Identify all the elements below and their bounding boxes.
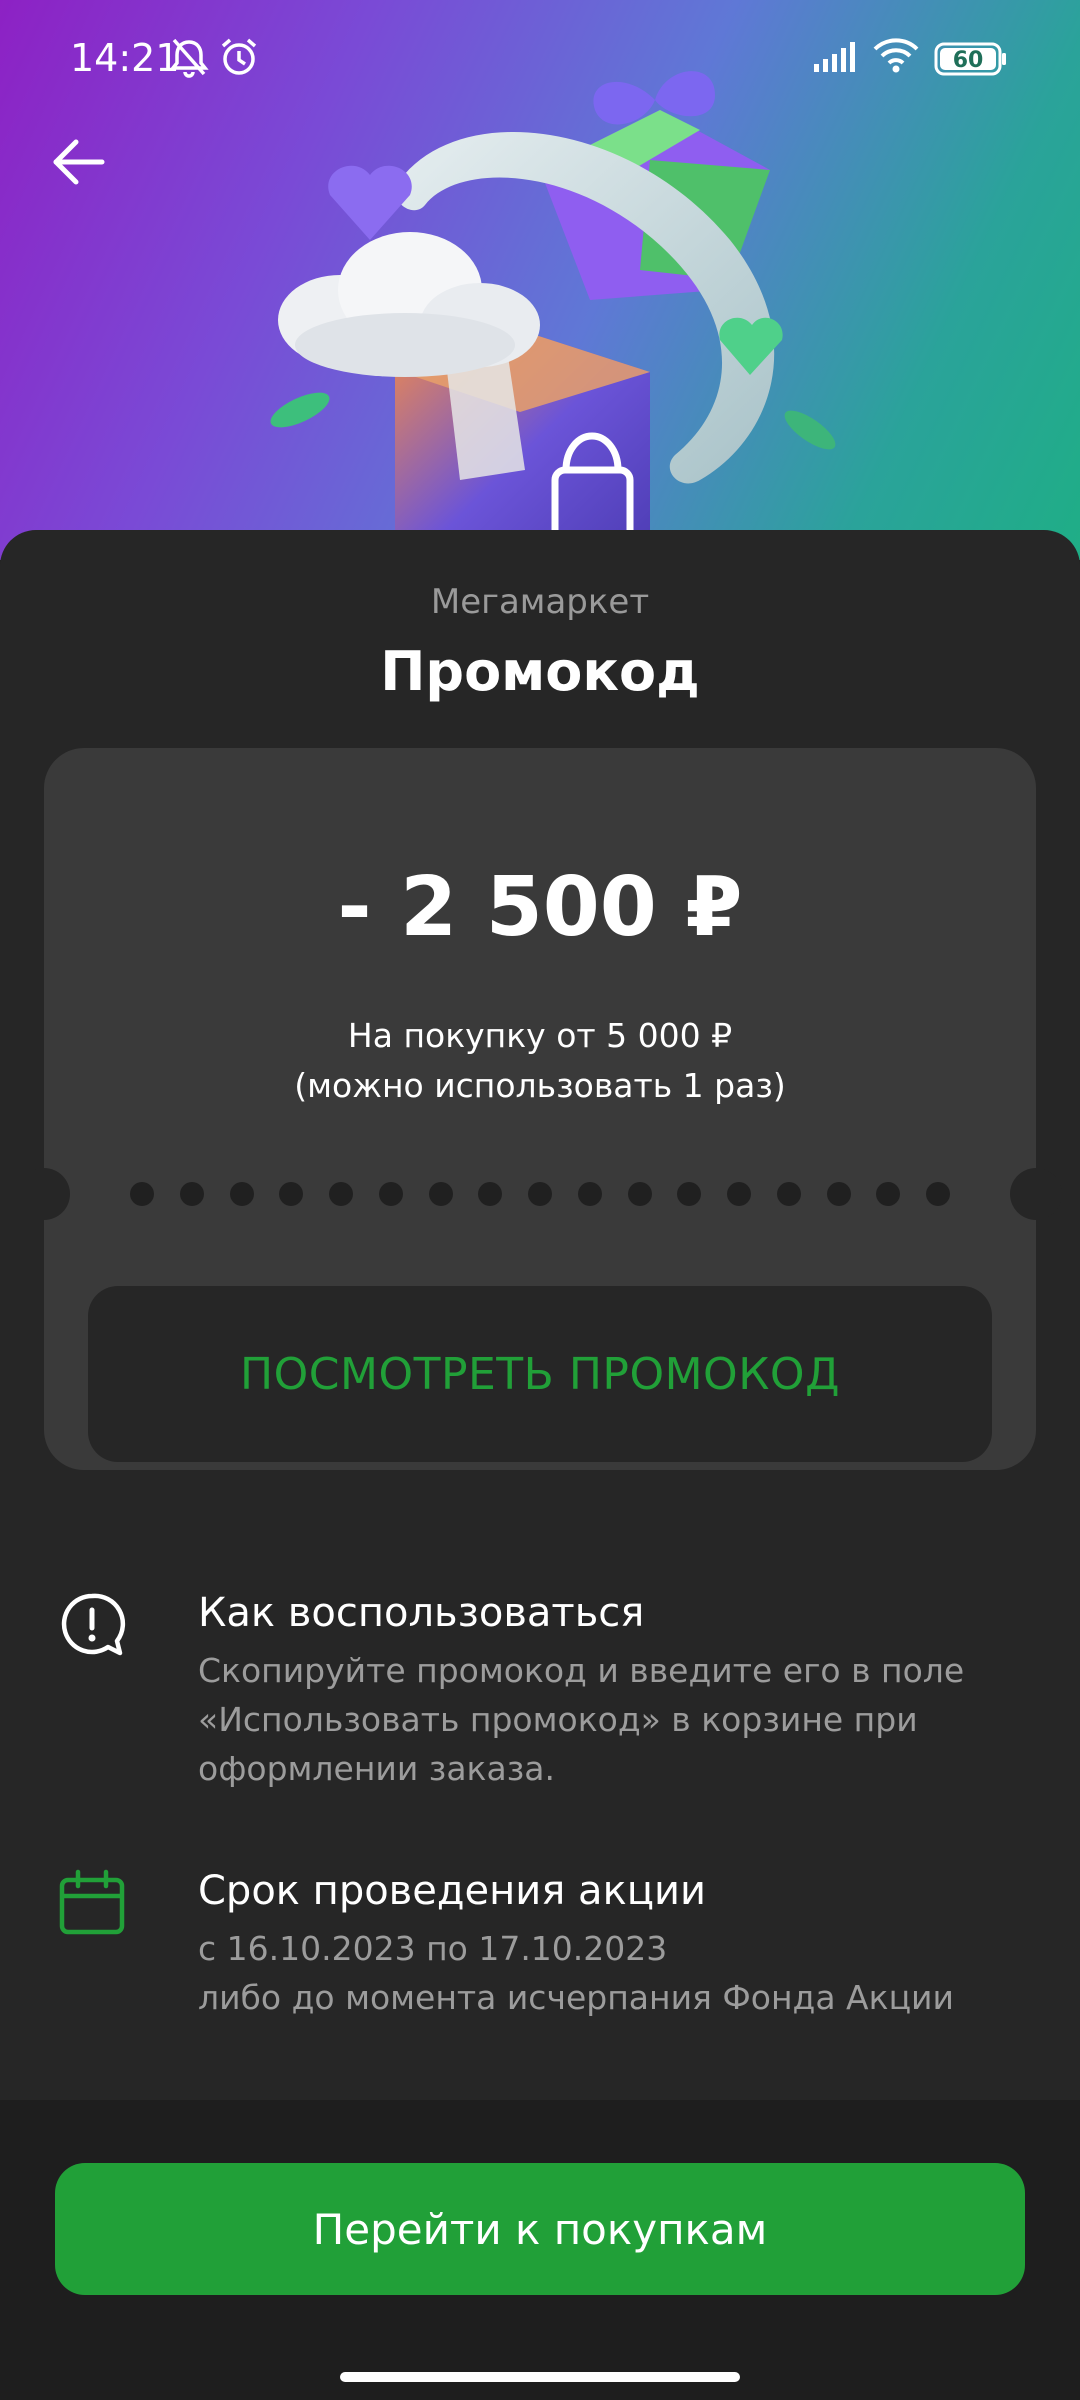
discount-amount: - 2 500 ₽ xyxy=(337,860,743,955)
calendar-icon xyxy=(59,1869,125,1935)
how-to-use-title: Как воспользоваться xyxy=(198,1590,645,1636)
coupon-notch-left xyxy=(18,1168,70,1220)
bell-muted-icon xyxy=(169,38,209,78)
status-time: 14:21 xyxy=(70,36,180,80)
hero-banner: 14:21 60 xyxy=(0,0,1080,560)
wifi-icon xyxy=(873,38,919,73)
status-bar: 14:21 60 xyxy=(0,0,1080,118)
min-purchase-condition: На покупку от 5 000 ₽ xyxy=(347,1016,733,1055)
perforation-dots xyxy=(130,1182,950,1206)
promo-period-note: либо до момента исчерпания Фонда Акции xyxy=(198,1978,954,2017)
show-promocode-label: ПОСМОТРЕТЬ ПРОМОКОД xyxy=(240,1348,840,1400)
back-button[interactable] xyxy=(46,130,110,194)
alarm-icon xyxy=(221,38,257,75)
signal-icon xyxy=(814,42,855,72)
how-to-use-line: «Использовать промокод» в корзине при xyxy=(198,1700,918,1739)
alert-bubble-icon xyxy=(61,1593,126,1656)
promo-period-title: Срок проведения акции xyxy=(198,1868,706,1914)
usage-limit-condition: (можно использовать 1 раз) xyxy=(294,1066,786,1105)
coupon-top xyxy=(44,748,1036,1168)
home-indicator[interactable] xyxy=(340,2372,740,2382)
show-promocode-button[interactable]: ПОСМОТРЕТЬ ПРОМОКОД xyxy=(88,1286,992,1462)
how-to-use-line: Скопируйте промокод и введите его в поле xyxy=(198,1651,965,1690)
arrow-left-icon xyxy=(53,139,105,185)
promo-period-dates: с 16.10.2023 по 17.10.2023 xyxy=(198,1929,668,1968)
svg-text:60: 60 xyxy=(953,48,984,73)
coupon-notch-right xyxy=(1010,1168,1062,1220)
go-shopping-label: Перейти к покупкам xyxy=(312,2204,768,2254)
battery-icon: 60 xyxy=(934,42,1006,76)
bottom-bar: Перейти к покупкам xyxy=(0,2100,1080,2400)
brand-name: Мегамаркет xyxy=(430,582,650,622)
promo-period-section: Срок проведения акции с 16.10.2023 по 17… xyxy=(0,1868,1080,2028)
how-to-use-section: Как воспользоваться Скопируйте промокод … xyxy=(0,1590,1080,1790)
coupon-card: - 2 500 ₽ На покупку от 5 000 ₽ (можно и… xyxy=(18,748,1062,1470)
page-title: Промокод xyxy=(380,640,700,703)
how-to-use-line: оформлении заказа. xyxy=(198,1749,555,1788)
go-shopping-button[interactable]: Перейти к покупкам xyxy=(55,2163,1025,2295)
